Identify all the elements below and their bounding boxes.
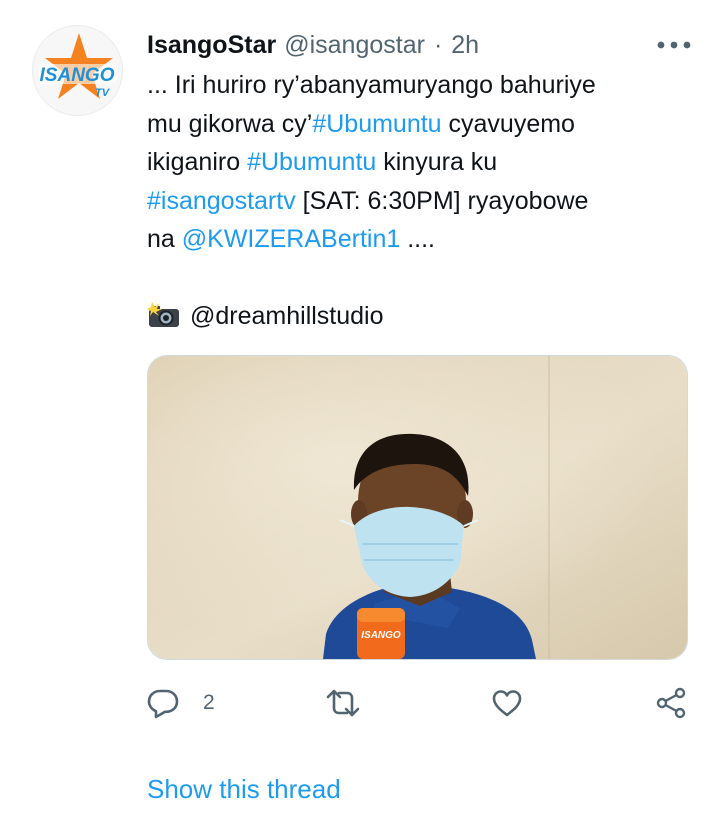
author-handle[interactable]: @isangostar xyxy=(284,31,425,60)
tweet: ISANGO TV IsangoStar @isangostar · 2h ..… xyxy=(0,0,708,826)
more-options-button[interactable] xyxy=(654,31,694,59)
photo-credit-text: @dreamhillstudio xyxy=(190,302,384,330)
tweet-text-segment: ikiganiro xyxy=(147,148,248,176)
separator-dot: · xyxy=(433,30,443,59)
microphone-logo: ISANGO xyxy=(361,630,401,641)
tweet-text-segment: mu gikorwa cy’ xyxy=(147,109,313,138)
photo-credit: @dreamhillstudio xyxy=(147,297,692,336)
tweet-text-line: ... Iri huriro ry’abanyamuryango bahuriy… xyxy=(147,66,692,105)
tweet-media-photo[interactable]: ISANGO xyxy=(147,355,688,660)
mention-link[interactable]: @KWIZERABertin1 xyxy=(182,225,400,253)
author-name[interactable]: IsangoStar xyxy=(147,31,276,60)
tweet-text-segment: ... Iri huriro ry’abanyamuryango bahuriy… xyxy=(147,71,596,99)
hashtag-link[interactable]: #Ubumuntu xyxy=(312,110,441,138)
tweet-text-segment: [SAT: 6:30PM] ryayobowe xyxy=(295,186,589,215)
retweet-button[interactable] xyxy=(325,682,361,724)
tweet-text-line: #isangostartv [SAT: 6:30PM] ryayobowe xyxy=(147,182,692,221)
like-icon xyxy=(492,690,522,717)
svg-text:TV: TV xyxy=(95,87,111,99)
svg-text:ISANGO: ISANGO xyxy=(40,65,115,86)
share-icon xyxy=(656,687,686,719)
tweet-text-segment: na xyxy=(147,225,182,253)
reply-count: 2 xyxy=(203,691,215,714)
retweet-icon xyxy=(326,689,360,717)
like-button[interactable] xyxy=(491,682,523,724)
camera-flash-icon xyxy=(147,302,179,327)
reply-button[interactable]: 2 xyxy=(147,682,215,724)
tweet-text-line: ikiganiro #Ubumuntu kinyura ku xyxy=(147,143,692,182)
tweet-text: ... Iri huriro ry’abanyamuryango bahuriy… xyxy=(147,66,692,336)
timestamp[interactable]: 2h xyxy=(451,31,479,60)
interview-photo: ISANGO xyxy=(148,356,687,659)
avatar[interactable]: ISANGO TV xyxy=(32,25,123,116)
tweet-text-line: mu gikorwa cy’#Ubumuntu cyavuyemo xyxy=(147,105,692,144)
tweet-text-segment: .... xyxy=(400,225,435,253)
tweet-text-segment: kinyura ku xyxy=(376,148,498,176)
hashtag-link[interactable]: #isangostartv xyxy=(147,187,296,215)
hashtag-link[interactable]: #Ubumuntu xyxy=(247,148,376,176)
tweet-spacer-line xyxy=(147,259,692,298)
share-button[interactable] xyxy=(655,682,687,724)
isango-tv-logo: ISANGO TV xyxy=(39,33,116,99)
tweet-actions: 2 xyxy=(147,682,692,724)
tweet-text-lines: ... Iri huriro ry’abanyamuryango bahuriy… xyxy=(147,66,692,259)
more-icon xyxy=(657,41,691,49)
show-thread-link[interactable]: Show this thread xyxy=(147,774,341,805)
tweet-header: IsangoStar @isangostar · 2h xyxy=(147,29,628,61)
tweet-text-segment: cyavuyemo xyxy=(441,109,575,138)
reply-icon xyxy=(147,689,179,719)
tweet-text-line: na @KWIZERABertin1 .... xyxy=(147,220,692,259)
